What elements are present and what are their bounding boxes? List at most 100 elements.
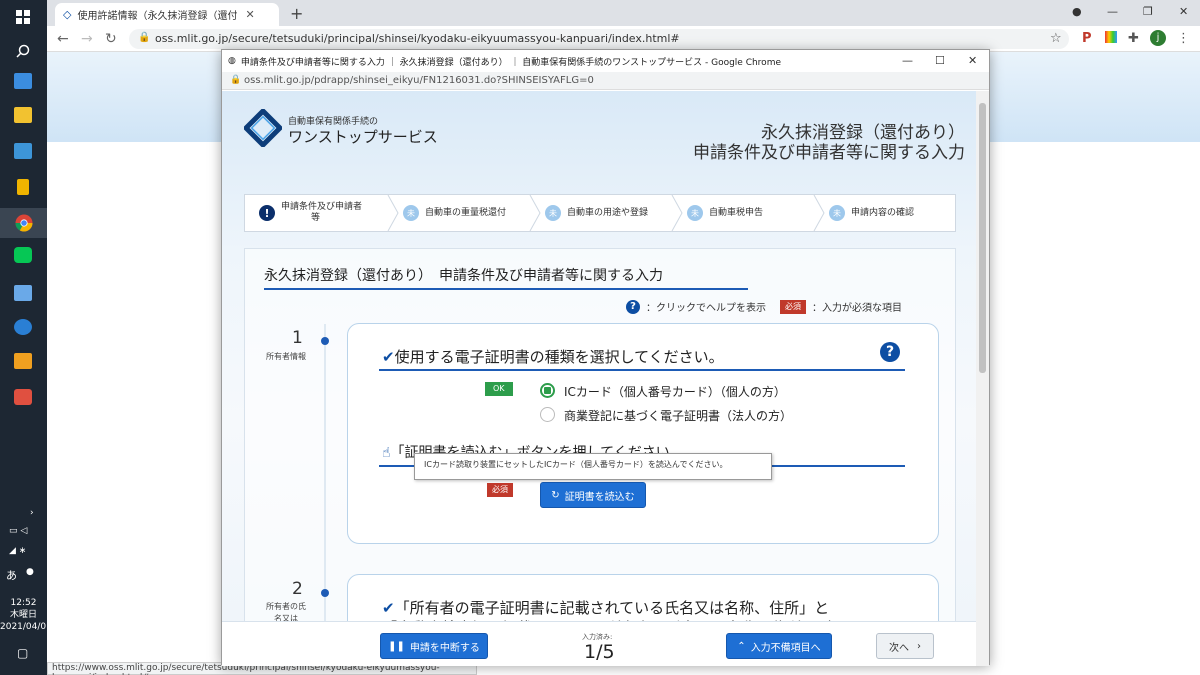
network-icon[interactable]: ▭ ◁ bbox=[9, 526, 27, 536]
profile-avatar[interactable]: j bbox=[1150, 30, 1166, 46]
timeline-dot bbox=[321, 589, 329, 597]
outer-tabstrip: ◇ 使用許諾情報（永久抹消登録（還付あり） ✕ + ● — ❐ ✕ bbox=[47, 0, 1200, 26]
popup-titlebar: ◍ 申請条件及び申請者等に関する入力 ｜ 永久抹消登録（還付あり） ｜ 自動車保… bbox=[222, 50, 989, 72]
line-icon[interactable] bbox=[11, 244, 35, 266]
extensions-puzzle-icon[interactable]: ✚ bbox=[1128, 31, 1139, 46]
chevron-up-icon: ⌃ bbox=[737, 640, 746, 652]
legend-row: ? ：クリックでヘルプを表示 必須 ：入力が必須な項目 bbox=[626, 299, 902, 314]
ok-badge: OK bbox=[485, 382, 513, 396]
new-tab-icon[interactable]: + bbox=[290, 4, 303, 23]
notification-dot-icon: ● bbox=[26, 567, 34, 577]
clock-time[interactable]: 12:52 bbox=[0, 597, 47, 609]
minimize-icon[interactable]: — bbox=[1107, 5, 1118, 18]
back-icon[interactable]: ← bbox=[57, 31, 69, 47]
wifi-icon[interactable]: ◢ ∗ bbox=[9, 546, 26, 556]
scrollbar-thumb[interactable] bbox=[979, 103, 986, 373]
step-badge: 未 bbox=[687, 205, 703, 221]
pause-icon: ❚❚ bbox=[388, 640, 405, 652]
action-center-icon[interactable]: ▢ bbox=[17, 646, 28, 660]
radio-label-corporate-cert[interactable]: 商業登記に基づく電子証明書（法人の方） bbox=[564, 407, 792, 424]
forward-icon[interactable]: → bbox=[81, 31, 93, 47]
help-question-icon: ? bbox=[626, 299, 640, 314]
next-button[interactable]: 次へ › bbox=[876, 633, 934, 659]
logo-title: ワンストップサービス bbox=[288, 128, 438, 146]
pointer-hand-icon: ☝ bbox=[382, 445, 391, 461]
required-badge: 必須 bbox=[780, 299, 806, 314]
bookmark-star-icon[interactable]: ☆ bbox=[1050, 31, 1062, 46]
lock-icon: 🔒 bbox=[138, 32, 151, 43]
incomplete-items-button[interactable]: ⌃ 入力不備項目へ bbox=[726, 633, 832, 659]
app-icon[interactable] bbox=[11, 350, 35, 372]
close-window-icon[interactable]: ✕ bbox=[1179, 5, 1188, 18]
radio-label-ic-card[interactable]: ICカード（個人番号カード）（個人の方） bbox=[564, 383, 786, 400]
item-label: 所有者情報 bbox=[266, 352, 306, 361]
radio-ic-card[interactable] bbox=[540, 383, 555, 398]
clock-date[interactable]: 2021/04/01 bbox=[0, 621, 52, 633]
taskview-icon[interactable] bbox=[11, 70, 35, 92]
step-label: 自動車の重量税還付 bbox=[425, 207, 507, 218]
background-sky-right bbox=[989, 52, 1200, 142]
required-badge: 必須 bbox=[487, 483, 513, 497]
popup-close-icon[interactable]: ✕ bbox=[968, 54, 977, 67]
radio-corporate-cert[interactable] bbox=[540, 407, 555, 422]
help-legend-text: ：クリックでヘルプを表示 bbox=[646, 303, 766, 314]
suspend-button[interactable]: ❚❚ 申請を中断する bbox=[380, 633, 488, 659]
ie-icon[interactable] bbox=[11, 316, 35, 338]
outer-tab-title: 使用許諾情報（永久抹消登録（還付あり） bbox=[77, 11, 238, 22]
popup-maximize-icon[interactable]: ☐ bbox=[935, 54, 945, 67]
scrollbar[interactable] bbox=[976, 91, 989, 666]
progress-value: 1/5 bbox=[584, 641, 615, 663]
step-badge: 未 bbox=[545, 205, 561, 221]
question-title: ✔「所有者の電子証明書に記載されている氏名又は名称、住所」と bbox=[382, 599, 830, 617]
step-confirm: 未 申請内容の確認 bbox=[829, 195, 955, 231]
search-icon[interactable] bbox=[11, 40, 35, 62]
step-label: 申請条件及び申請者 bbox=[281, 202, 363, 212]
page-title-line2: 申請条件及び申請者等に関する入力 bbox=[693, 143, 965, 163]
file-explorer-icon[interactable] bbox=[11, 104, 35, 126]
app-icon[interactable] bbox=[11, 282, 35, 304]
windows-start-icon[interactable] bbox=[11, 6, 35, 28]
progress-steps: ! 申請条件及び申請者等 未 自動車の重量税還付 未 自動車の用途や登録 未 自… bbox=[244, 194, 956, 232]
read-certificate-button[interactable]: ↻ 証明書を読込む bbox=[540, 482, 646, 508]
close-tab-icon[interactable]: ✕ bbox=[245, 8, 254, 21]
url-field[interactable]: 🔒 oss.mlit.go.jp/secure/tetsuduki/princi… bbox=[129, 29, 1069, 49]
timeline-dot bbox=[321, 337, 329, 345]
profile-dropdown-icon[interactable]: ● bbox=[1072, 5, 1082, 18]
section-title: 永久抹消登録（還付あり） 申請条件及び申請者等に関する入力 bbox=[264, 268, 663, 284]
restore-icon[interactable]: ❐ bbox=[1143, 5, 1153, 18]
power-app-icon[interactable] bbox=[11, 386, 35, 408]
clock-day[interactable]: 木曜日 bbox=[0, 609, 47, 621]
extension-icon[interactable]: P bbox=[1082, 31, 1092, 46]
step-applicant: ! 申請条件及び申請者等 bbox=[259, 195, 387, 231]
outer-tab[interactable]: ◇ 使用許諾情報（永久抹消登録（還付あり） ✕ bbox=[55, 3, 279, 26]
popup-window-title: 申請条件及び申請者等に関する入力 ｜ 永久抹消登録（還付あり） ｜ 自動車保有関… bbox=[240, 57, 781, 68]
reload-icon[interactable]: ↻ bbox=[105, 31, 117, 47]
step-label: 自動車の用途や登録 bbox=[567, 207, 649, 218]
item-label: 所有者の氏名又は bbox=[266, 602, 306, 623]
popup-minimize-icon[interactable]: — bbox=[902, 54, 913, 67]
chevron-up-icon[interactable]: › bbox=[30, 508, 34, 518]
refresh-icon: ↻ bbox=[551, 489, 560, 501]
app-icon[interactable] bbox=[11, 140, 35, 162]
item-number: 2 bbox=[292, 579, 303, 599]
chrome-icon[interactable] bbox=[0, 208, 47, 238]
step-vehicle-tax: 未 自動車税申告 bbox=[687, 195, 819, 231]
check-icon: ✔ bbox=[382, 599, 395, 617]
step-label: 申請内容の確認 bbox=[851, 207, 915, 218]
step-vehicle-use: 未 自動車の用途や登録 bbox=[545, 195, 677, 231]
menu-kebab-icon[interactable]: ⋮ bbox=[1177, 31, 1190, 46]
step-label: 自動車税申告 bbox=[709, 207, 764, 218]
oss-logo-icon[interactable] bbox=[242, 107, 284, 150]
site-favicon-icon: ◇ bbox=[63, 8, 72, 21]
step-badge: 未 bbox=[829, 205, 845, 221]
extension-icon[interactable] bbox=[1105, 31, 1117, 43]
sticky-icon[interactable] bbox=[11, 176, 35, 198]
step-weight-tax: 未 自動車の重量税還付 bbox=[403, 195, 535, 231]
ime-indicator[interactable]: あ bbox=[6, 567, 17, 583]
page-content: 自動車保有関係手続の ワンストップサービス 永久抹消登録（還付あり） 申請条件及… bbox=[222, 91, 977, 666]
timeline-line bbox=[324, 324, 326, 666]
globe-icon: ◍ bbox=[228, 56, 236, 66]
popup-address-bar[interactable]: 🔒 oss.mlit.go.jp/pdrapp/shinsei_eikyu/FN… bbox=[222, 72, 989, 90]
popup-window: ◍ 申請条件及び申請者等に関する入力 ｜ 永久抹消登録（還付あり） ｜ 自動車保… bbox=[221, 49, 990, 666]
help-question-icon[interactable]: ? bbox=[880, 342, 900, 362]
